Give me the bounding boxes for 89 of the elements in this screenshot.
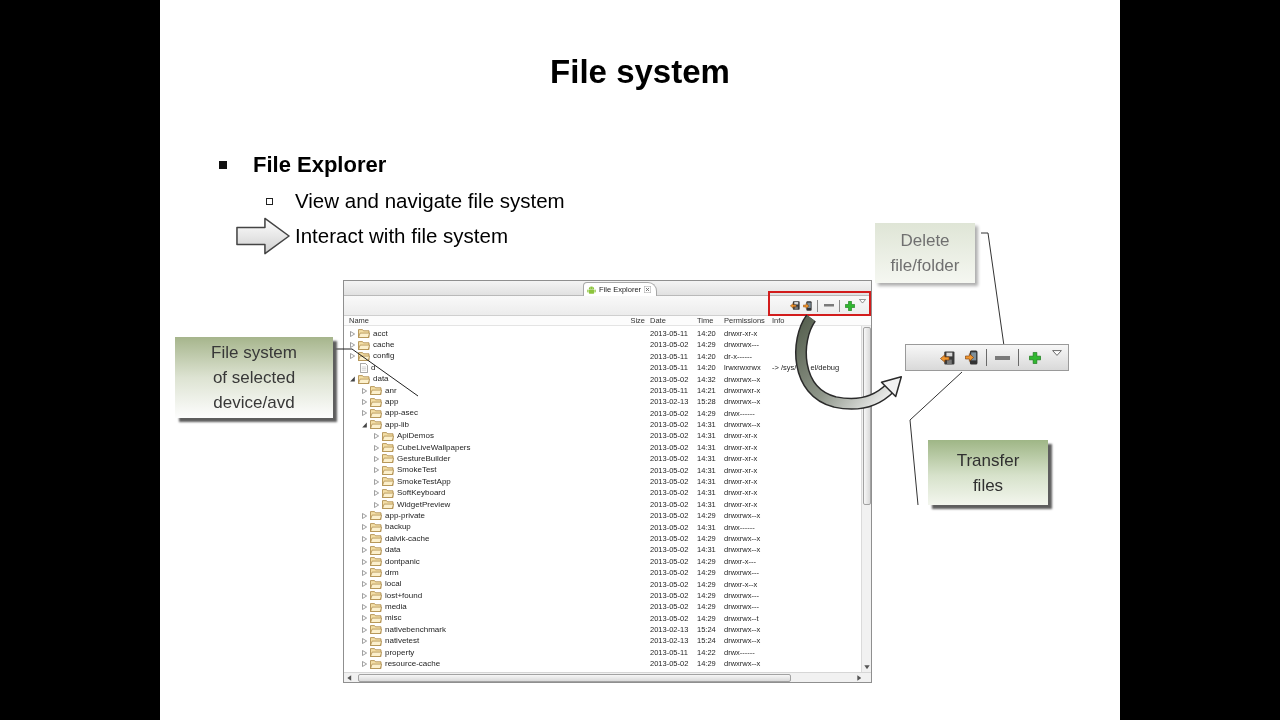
tree-expander-icon[interactable] [350, 376, 355, 383]
folder-icon [370, 557, 382, 566]
folder-icon [358, 329, 370, 339]
hollow-square-bullet-icon [266, 197, 273, 205]
folder-icon [370, 534, 382, 544]
folder-icon [382, 465, 394, 475]
file-name[interactable]: GestureBuilder [397, 455, 451, 463]
minus-icon[interactable] [995, 355, 1010, 360]
folder-icon [370, 511, 382, 521]
file-name[interactable]: nativetest [385, 637, 420, 646]
dropdown-triangle-icon[interactable] [859, 299, 866, 304]
folder-icon [382, 454, 394, 464]
folder-icon [370, 613, 382, 623]
folder-icon [370, 591, 382, 601]
scroll-down-icon[interactable] [863, 664, 870, 669]
folder-icon [370, 602, 382, 612]
phone-arrow-icon[interactable] [965, 350, 978, 365]
file-name[interactable]: acct [373, 329, 388, 338]
scroll-left-icon[interactable] [347, 674, 352, 681]
file-name[interactable]: d [371, 363, 376, 372]
folder-icon [370, 522, 382, 532]
folder-icon [382, 500, 394, 510]
callout-note: File system of selected device/avd [175, 337, 333, 418]
folder-icon [370, 568, 382, 578]
file-name[interactable]: ApiDemos [397, 432, 434, 441]
folder-icon [370, 408, 382, 418]
slide-title: File system [550, 53, 730, 90]
folder-icon [358, 340, 370, 350]
file-name[interactable]: cache [373, 341, 395, 350]
file-name[interactable]: local [385, 580, 402, 589]
close-icon[interactable] [644, 286, 652, 293]
file-name[interactable]: lost+found [385, 591, 423, 600]
file-name[interactable]: anr [385, 386, 397, 395]
file-name[interactable]: data [385, 546, 401, 555]
file-name[interactable]: app-lib [385, 420, 409, 429]
folder-icon [370, 648, 382, 658]
bullet-text: File Explorer [253, 154, 387, 176]
block-arrow-icon [236, 217, 290, 255]
callout-note: Delete file/folder [875, 223, 975, 283]
scrollbar-thumb[interactable] [357, 673, 791, 682]
folder-icon [370, 625, 382, 635]
tree-expander-icon[interactable] [362, 421, 367, 428]
file-name[interactable]: WidgetPreview [397, 500, 451, 509]
file-name[interactable]: SoftKeyboard [397, 489, 446, 498]
file-name[interactable]: misc [385, 614, 402, 623]
file-name[interactable]: property [385, 648, 415, 657]
folder-icon [358, 374, 370, 384]
square-bullet-icon [219, 161, 227, 169]
robot-icon [587, 285, 596, 294]
file-name[interactable]: config [373, 352, 395, 361]
folder-icon [370, 579, 382, 589]
folder-icon [382, 431, 394, 441]
file-name[interactable]: app-private [385, 511, 426, 520]
file-name[interactable]: backup [385, 523, 411, 532]
folder-icon [382, 488, 394, 498]
file-name[interactable]: data [373, 375, 389, 384]
folder-icon [370, 386, 382, 396]
file-icon [360, 362, 368, 373]
folder-icon [382, 443, 394, 453]
folder-icon [370, 636, 382, 646]
phone-arrow-icon[interactable] [803, 300, 812, 311]
file-name[interactable]: resource-cache [385, 660, 441, 668]
callout-note: Transfer files [928, 440, 1048, 505]
sub-bullet-text: View and navigate file system [295, 189, 565, 213]
file-name[interactable]: SmokeTestApp [397, 477, 451, 486]
folder-icon [370, 545, 382, 555]
folder-icon [358, 351, 370, 361]
plus-icon[interactable] [1029, 351, 1041, 364]
folder-icon [370, 659, 382, 669]
file-name[interactable]: media [385, 603, 407, 612]
file-name[interactable]: dalvik-cache [385, 534, 430, 543]
folder-icon [370, 420, 382, 430]
scrollbar-thumb[interactable] [862, 327, 871, 505]
plus-icon[interactable] [845, 300, 855, 311]
folder-icon [382, 477, 394, 487]
file-name[interactable]: CubeLiveWallpapers [397, 443, 471, 452]
disk-arrow-icon[interactable] [790, 301, 800, 310]
file-name[interactable]: nativebenchmark [385, 625, 446, 634]
file-name[interactable]: dontpanic [385, 557, 420, 566]
file-name[interactable]: drm [385, 568, 399, 577]
disk-arrow-icon[interactable] [940, 350, 955, 365]
file-name[interactable]: app-asec [385, 409, 418, 418]
minus-icon[interactable] [824, 304, 834, 307]
file-name[interactable]: SmokeTest [397, 466, 437, 475]
file-name[interactable]: app [385, 398, 399, 407]
scroll-right-icon[interactable] [856, 674, 861, 681]
folder-icon [370, 397, 382, 407]
dropdown-triangle-icon[interactable] [1052, 350, 1062, 356]
sub-bullet-text: Interact with file system [295, 224, 509, 248]
